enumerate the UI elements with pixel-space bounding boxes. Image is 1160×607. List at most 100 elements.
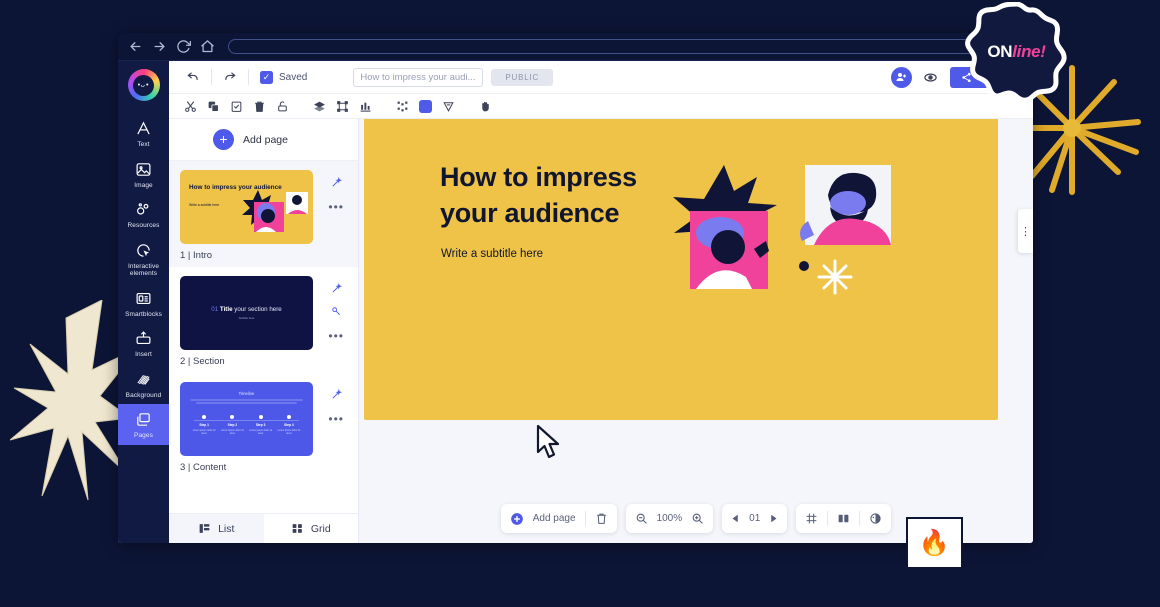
sidebar-item-pages[interactable]: Pages <box>118 404 169 445</box>
add-page-circle-icon[interactable] <box>510 512 524 526</box>
back-arrow-icon[interactable] <box>128 39 143 54</box>
page-thumbnail-list[interactable]: How to impress your audience Write a sub… <box>169 161 358 543</box>
sidebar-item-label: Image <box>119 182 168 190</box>
copy-icon[interactable] <box>202 100 225 113</box>
magic-wand-icon[interactable] <box>331 389 342 403</box>
slide-illustration[interactable] <box>662 163 902 308</box>
magic-wand-icon[interactable] <box>331 283 342 297</box>
sidebar-item-resources[interactable]: Resources <box>118 194 169 235</box>
genially-logo-icon[interactable]: •ᴗ• <box>128 69 160 101</box>
more-options-icon[interactable]: ••• <box>328 412 344 426</box>
saved-indicator: ✓ Saved <box>260 71 307 84</box>
insert-icon <box>119 329 168 348</box>
thumbnail-tools[interactable]: ••• <box>328 389 344 426</box>
sidebar-item-insert[interactable]: Insert <box>118 323 169 364</box>
app-header: ✓ Saved PUBLIC SHARE <box>169 61 1033 94</box>
shield-icon[interactable] <box>437 100 460 113</box>
next-page-icon[interactable] <box>769 514 778 523</box>
align-icon[interactable] <box>354 100 377 113</box>
sidebar-item-text[interactable]: Text <box>118 113 169 154</box>
sidebar-item-interactive-elements[interactable]: Interactive elements <box>118 235 169 283</box>
magic-wand-icon[interactable] <box>331 177 342 191</box>
color-swatch-button[interactable] <box>414 100 437 113</box>
saved-label: Saved <box>279 72 307 83</box>
reload-icon[interactable] <box>176 39 191 54</box>
columns-icon[interactable] <box>837 512 850 525</box>
thumb-number: 01 <box>211 306 218 313</box>
tab-grid-view[interactable]: Grid <box>264 514 359 543</box>
visibility-badge[interactable]: PUBLIC <box>491 69 553 86</box>
timeline-dot <box>202 415 206 419</box>
thumb-caption: 1 | Intro <box>180 250 358 261</box>
thumb-subtitle: Write a subtitle here <box>189 203 219 207</box>
browser-chrome-bar <box>118 33 1033 61</box>
thumbnail-preview-section[interactable]: 01 Title your section here Subtitle here <box>180 276 313 350</box>
cut-icon[interactable] <box>179 100 202 113</box>
resize-icon[interactable] <box>331 100 354 113</box>
page-thumbnail-item[interactable]: Timeline Step 1 Lorem ipsum dolor sit ame… <box>169 373 358 479</box>
sidebar-item-label: Background <box>119 392 168 400</box>
panel-drag-handle[interactable]: ⋮ <box>1018 209 1033 253</box>
hand-icon[interactable] <box>474 100 497 113</box>
page-thumbnail-item[interactable]: 01 Title your section here Subtitle here… <box>169 267 358 373</box>
thumb-illustration <box>240 188 310 236</box>
contrast-icon[interactable] <box>869 512 882 525</box>
pages-panel: + Add page How to impress your audience … <box>169 61 359 543</box>
thumb-text-line <box>190 399 303 401</box>
timeline-steps: Step 1 Lorem ipsum dolor sit amet Step 2L… <box>190 415 303 436</box>
thumbnail-preview-intro[interactable]: How to impress your audience Write a sub… <box>180 170 313 244</box>
timeline-step-desc: Lorem ipsum dolor sit amet <box>249 429 273 436</box>
zoom-level-label[interactable]: 100% <box>657 513 683 524</box>
browser-window: •ᴗ• Text Image Re <box>118 33 1033 543</box>
sidebar-item-smartblocks[interactable]: Smartblocks <box>118 283 169 324</box>
more-options-icon[interactable]: ••• <box>328 329 344 343</box>
smartblocks-icon <box>119 289 168 308</box>
forward-arrow-icon[interactable] <box>152 39 167 54</box>
editing-toolbar <box>169 94 1033 119</box>
thumbnail-preview-timeline[interactable]: Timeline Step 1 Lorem ipsum dolor sit ame… <box>180 382 313 456</box>
background-icon <box>119 370 168 389</box>
add-user-icon[interactable] <box>891 67 912 88</box>
left-nav-rail: •ᴗ• Text Image Re <box>118 61 169 543</box>
lock-icon[interactable] <box>271 100 294 113</box>
divider <box>248 69 249 85</box>
key-icon[interactable] <box>331 306 342 320</box>
timeline-step: Step 3Lorem ipsum dolor sit amet <box>249 415 273 436</box>
url-bar[interactable] <box>228 39 1023 54</box>
add-page-label: Add page <box>243 134 288 146</box>
paste-icon[interactable] <box>225 100 248 113</box>
sidebar-item-image[interactable]: Image <box>118 154 169 195</box>
zoom-out-icon[interactable] <box>635 512 648 525</box>
divider <box>827 511 828 526</box>
timeline-step-name: Step 1 <box>192 423 216 427</box>
sidebar-item-label: Smartblocks <box>119 311 168 319</box>
slide-canvas[interactable]: How to impressyour audience Write a subt… <box>364 95 998 420</box>
layers-icon[interactable] <box>308 100 331 113</box>
delete-icon[interactable] <box>248 100 271 113</box>
page-thumbnail-item[interactable]: How to impress your audience Write a sub… <box>169 161 358 267</box>
thumbnail-tools[interactable]: ••• <box>328 283 344 343</box>
undo-icon[interactable] <box>180 69 206 86</box>
thumb-title: Timeline <box>180 391 313 396</box>
timeline-step: Step 2Lorem ipsum dolor sit amet <box>220 415 244 436</box>
resources-icon <box>119 200 168 219</box>
thumbnail-tools[interactable]: ••• <box>328 177 344 214</box>
eye-icon[interactable] <box>921 70 941 85</box>
bottom-add-page-label[interactable]: Add page <box>533 513 576 524</box>
presentation-title-input[interactable] <box>353 68 483 87</box>
timeline-dot <box>259 415 263 419</box>
add-page-top-button[interactable]: + Add page <box>169 119 358 161</box>
redo-icon[interactable] <box>217 69 243 86</box>
home-icon[interactable] <box>200 39 215 54</box>
more-options-icon[interactable]: ••• <box>328 200 344 214</box>
divider <box>859 511 860 526</box>
trash-icon[interactable] <box>595 512 608 525</box>
tab-list-view[interactable]: List <box>169 514 264 543</box>
prev-page-icon[interactable] <box>731 514 740 523</box>
timeline-step-desc: Lorem ipsum dolor sit amet <box>277 429 301 436</box>
sidebar-item-background[interactable]: Background <box>118 364 169 405</box>
page-number-label[interactable]: 01 <box>749 513 760 524</box>
animation-icon[interactable] <box>391 100 414 113</box>
grid-guides-icon[interactable] <box>805 512 818 525</box>
zoom-in-icon[interactable] <box>691 512 704 525</box>
